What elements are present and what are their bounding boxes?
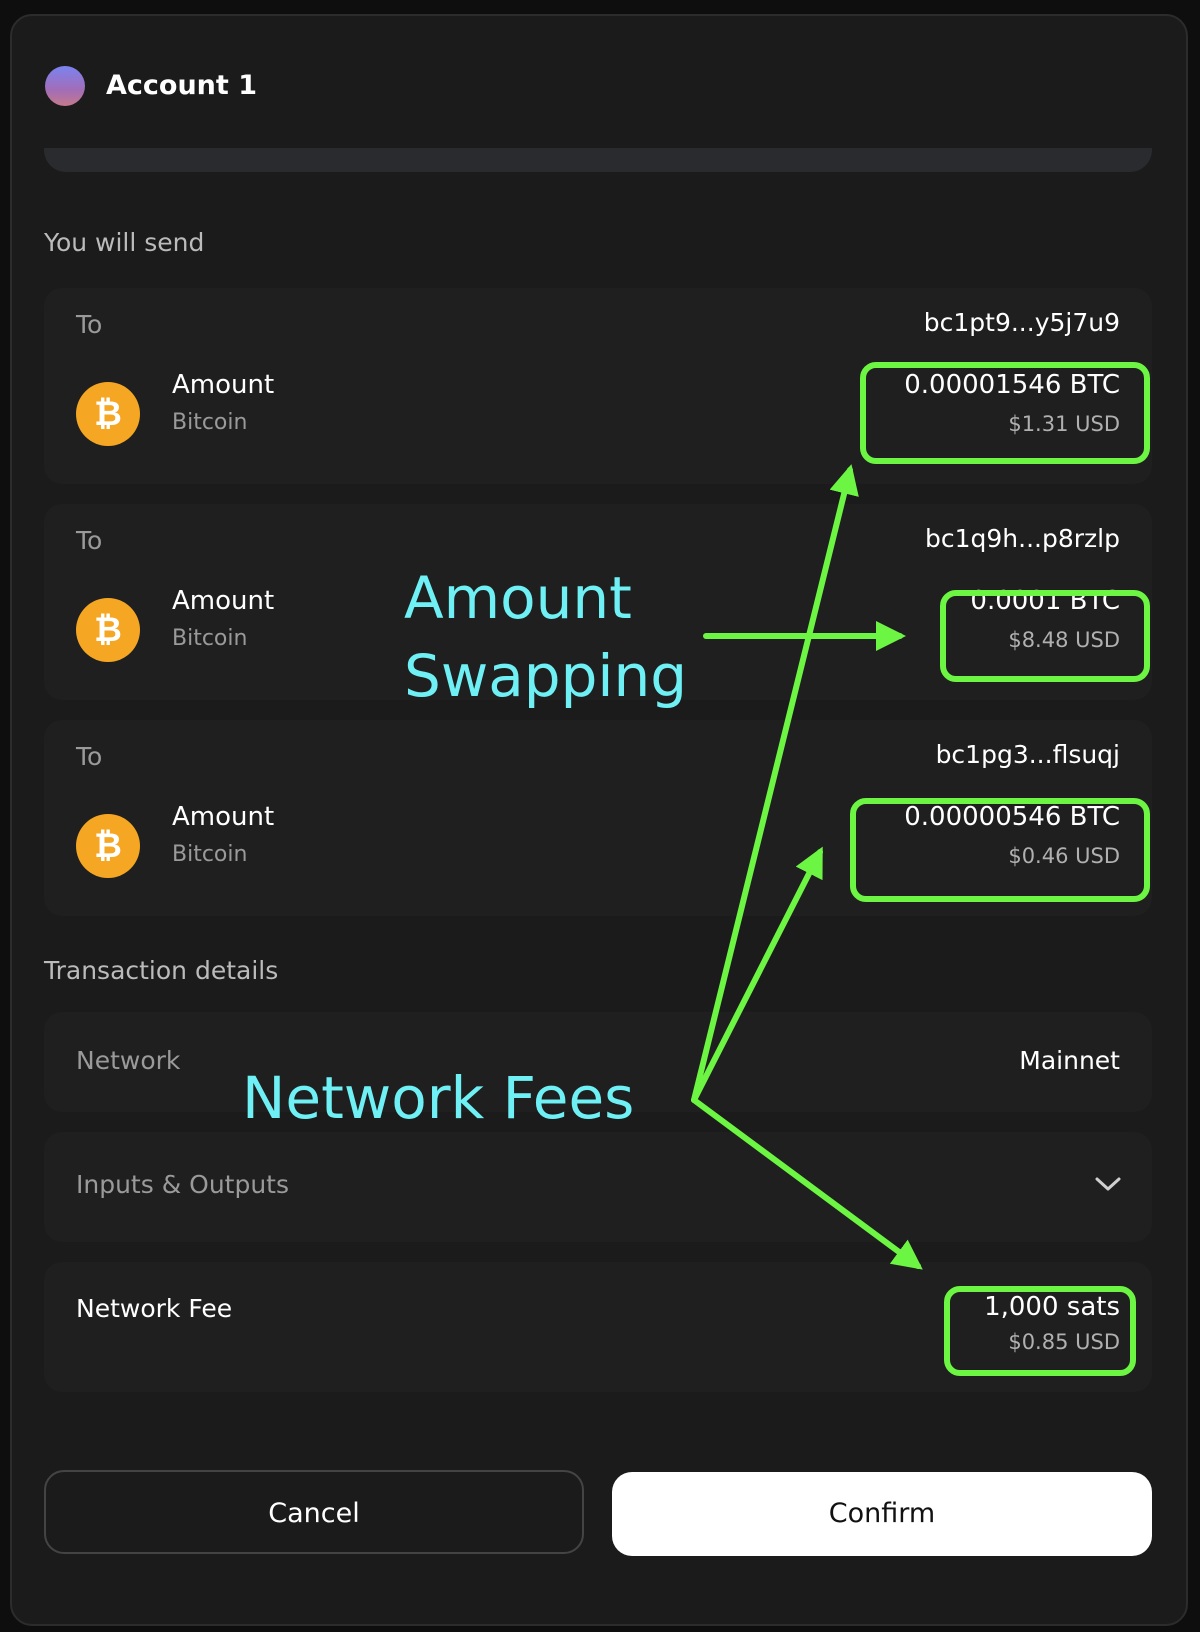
arrow-to-fee	[691, 1097, 923, 1270]
arrow-to-amount-3	[691, 846, 823, 1103]
annotation-arrows	[691, 464, 923, 1270]
arrow-to-amount-1	[691, 464, 859, 1103]
